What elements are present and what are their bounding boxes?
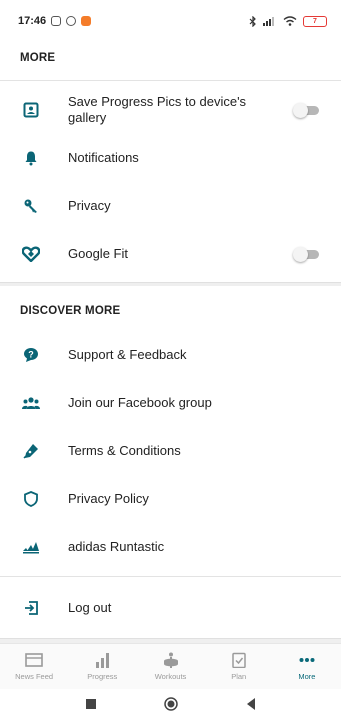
tab-label: Workouts: [154, 672, 187, 681]
settings-row-save-progress-pics[interactable]: Save Progress Pics to device's gallery: [0, 86, 341, 134]
settings-label: adidas Runtastic: [68, 539, 165, 554]
adidas-logo-icon: [22, 538, 40, 556]
workout-icon: [163, 652, 178, 668]
signal-icon: [263, 17, 274, 26]
logout-row[interactable]: Log out: [0, 584, 341, 632]
bottom-tab-bar: News Feed Progress Workouts Plan More: [0, 643, 341, 689]
settings-row-privacy[interactable]: Privacy: [0, 182, 341, 230]
tab-label: Progress: [87, 672, 118, 681]
bluetooth-icon: [249, 15, 256, 27]
settings-row-terms-conditions[interactable]: Terms & Conditions: [0, 427, 341, 475]
tab-workouts[interactable]: Workouts: [136, 644, 204, 689]
settings-row-privacy-policy[interactable]: Privacy Policy: [0, 475, 341, 523]
settings-row-notifications[interactable]: Notifications: [0, 134, 341, 182]
settings-row-adidas-runtastic[interactable]: adidas Runtastic: [0, 523, 341, 571]
group-icon: [22, 394, 40, 412]
wifi-icon: [283, 16, 297, 26]
more-dots-icon: [299, 658, 315, 662]
tab-plan[interactable]: Plan: [205, 644, 273, 689]
status-instagram-icon: [66, 16, 77, 26]
gallery-icon: [22, 101, 40, 119]
bar-chart-icon: [96, 653, 110, 668]
settings-label: Privacy: [68, 198, 111, 213]
home-icon[interactable]: [163, 697, 178, 711]
settings-label: Privacy Policy: [68, 491, 149, 506]
logout-icon: [22, 599, 40, 617]
section-heading-discover-more: DISCOVER MORE: [20, 305, 121, 317]
newsfeed-icon: [25, 653, 43, 667]
settings-row-facebook-group[interactable]: Join our Facebook group: [0, 379, 341, 427]
svg-text:?: ?: [28, 350, 34, 360]
tab-label: News Feed: [15, 672, 54, 681]
settings-label: Save Progress Pics to device's gallery: [68, 94, 247, 125]
status-notification-icon: [51, 16, 62, 26]
settings-label: Join our Facebook group: [68, 395, 212, 410]
section-divider: [0, 282, 341, 286]
google-fit-icon: [22, 245, 40, 263]
tab-progress[interactable]: Progress: [68, 644, 136, 689]
settings-label: Notifications: [68, 150, 139, 165]
settings-label: Support & Feedback: [68, 347, 187, 362]
help-chat-icon: ?: [22, 346, 40, 364]
settings-row-support-feedback[interactable]: ? Support & Feedback: [0, 331, 341, 379]
save-progress-pics-toggle[interactable]: [293, 103, 321, 118]
settings-label: Google Fit: [68, 246, 128, 261]
section-heading-more: MORE: [20, 52, 56, 64]
status-app-icon: [81, 16, 92, 26]
shield-icon: [22, 490, 40, 508]
settings-label: Terms & Conditions: [68, 443, 181, 458]
bell-icon: [22, 149, 40, 167]
logout-label: Log out: [68, 600, 112, 615]
back-icon[interactable]: [246, 698, 256, 710]
divider: [0, 80, 341, 81]
checklist-icon: [231, 652, 246, 668]
recents-icon[interactable]: [85, 699, 96, 709]
settings-row-google-fit[interactable]: Google Fit: [0, 230, 341, 278]
system-nav-bar: [0, 689, 341, 719]
status-time: 17:46: [18, 15, 47, 27]
tab-label: More: [298, 672, 316, 681]
google-fit-toggle[interactable]: [293, 247, 321, 262]
battery-icon: 7: [303, 15, 327, 27]
battery-level: 7: [313, 17, 317, 25]
pen-icon: [22, 442, 40, 460]
tab-news-feed[interactable]: News Feed: [0, 644, 68, 689]
tab-label: Plan: [231, 672, 247, 681]
status-bar: 17:46 7: [0, 0, 341, 42]
tab-more[interactable]: More: [273, 644, 341, 689]
key-icon: [22, 197, 40, 215]
divider: [0, 576, 341, 577]
